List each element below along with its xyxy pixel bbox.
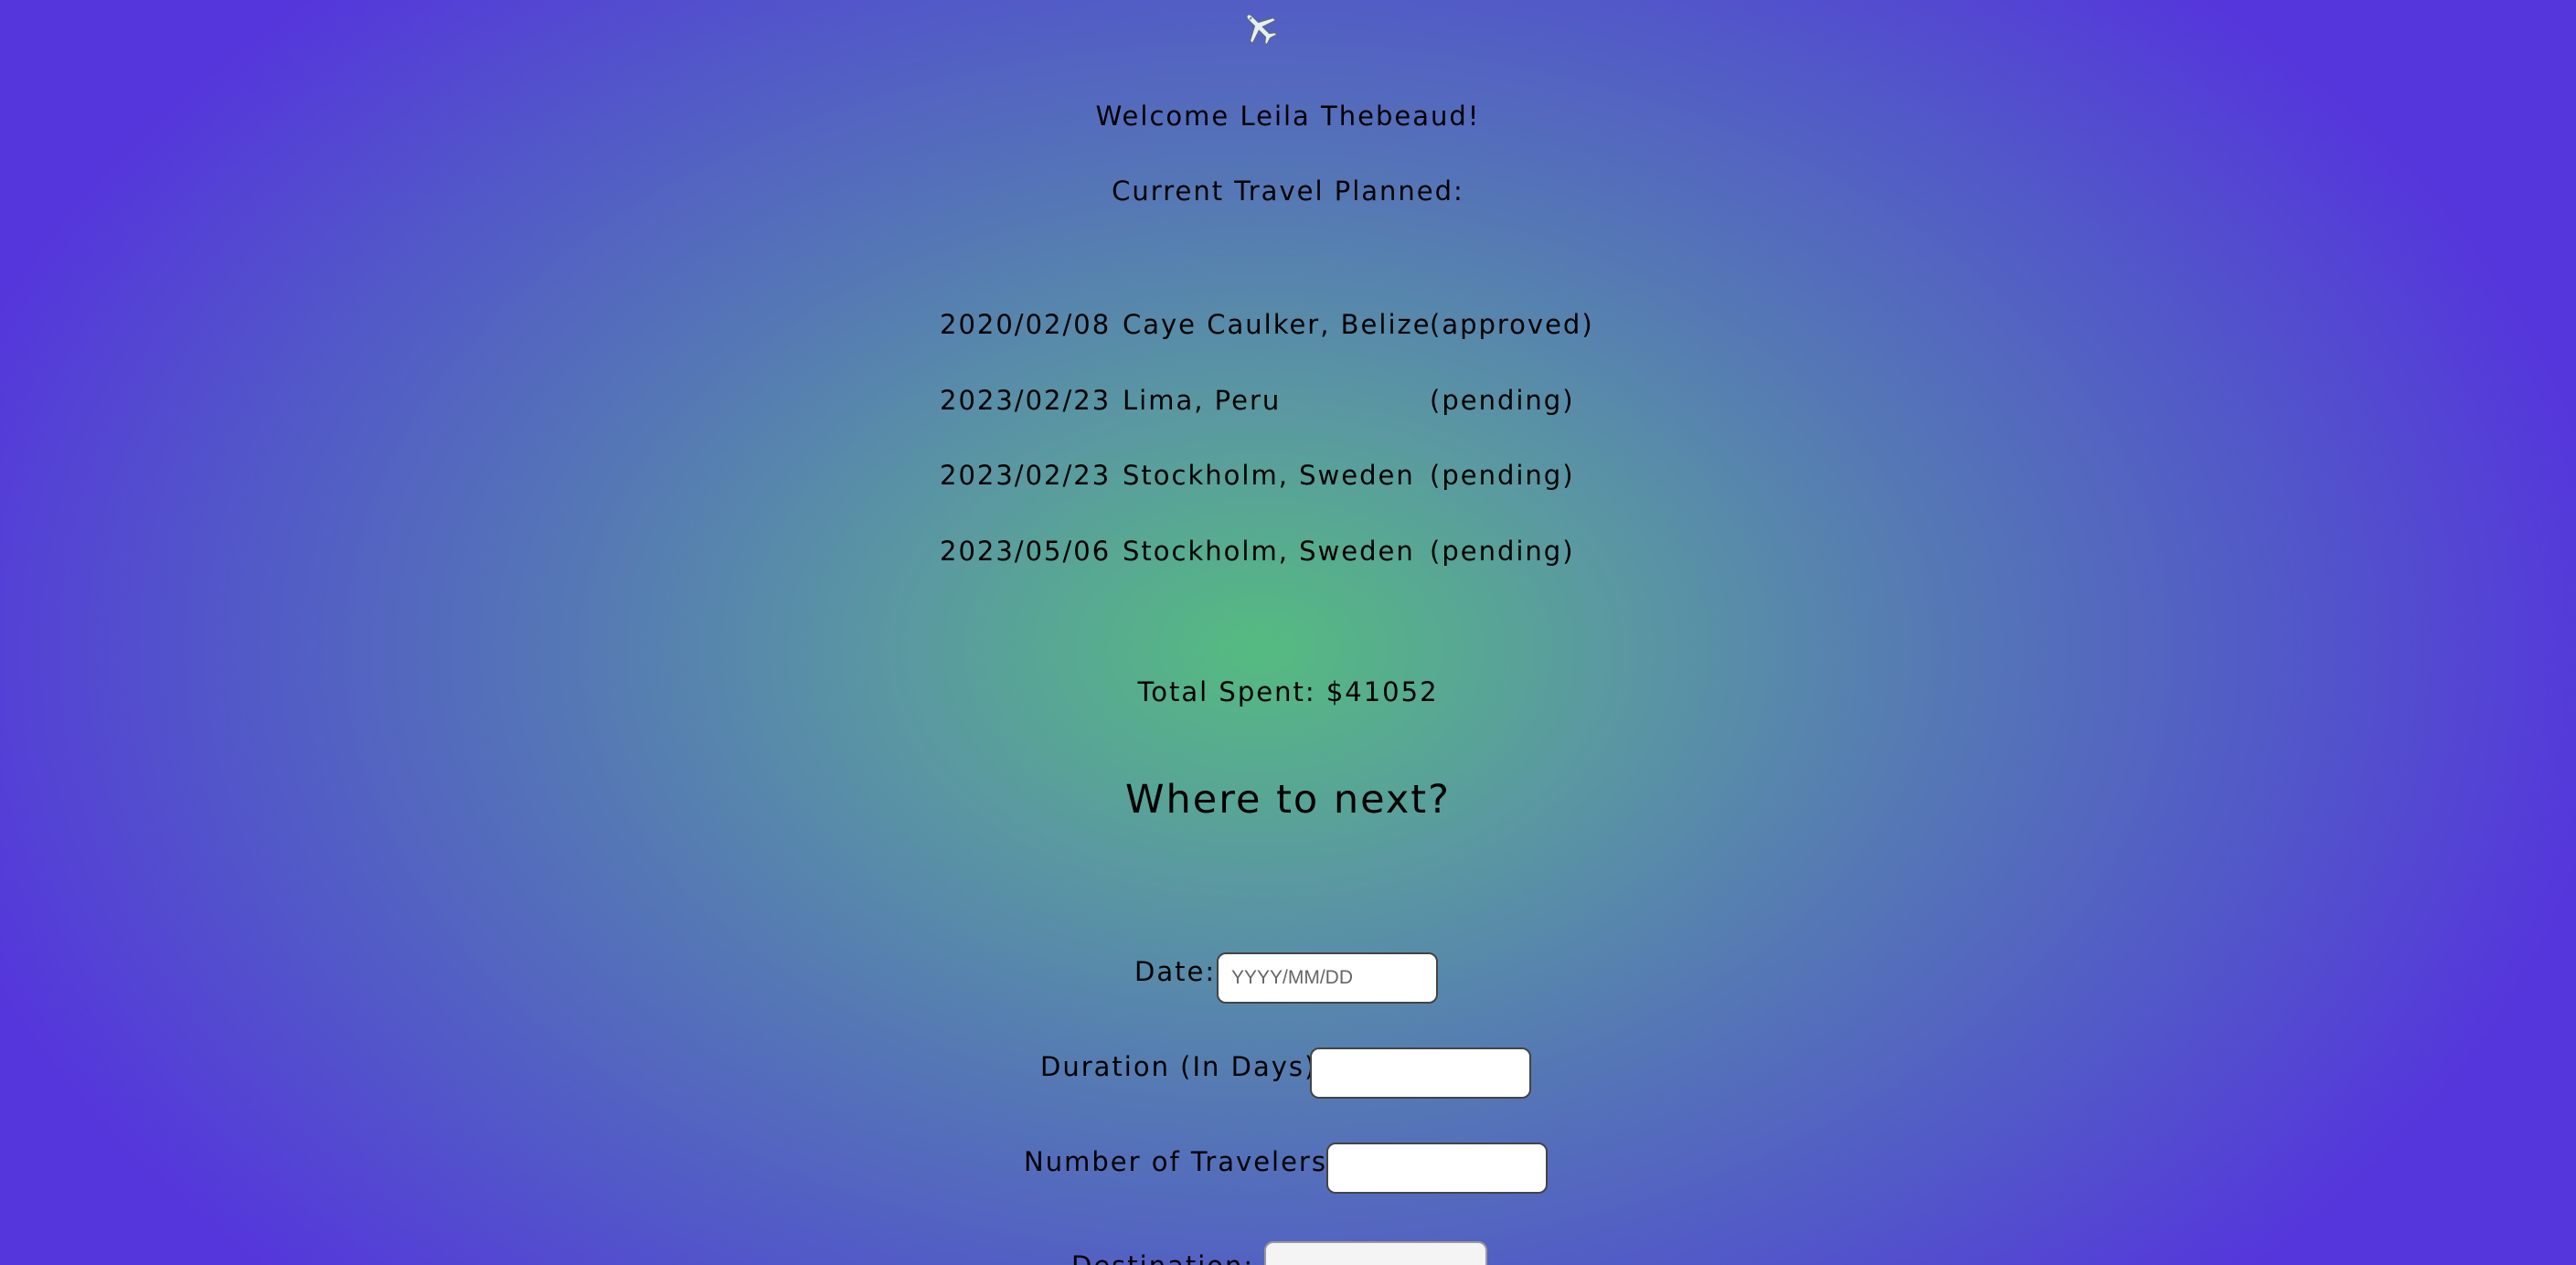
airplane-icon [1246, 14, 1279, 47]
duration-label: Duration (In Days): [1040, 1051, 1328, 1082]
trip-destination: Stockholm, Sweden [1123, 460, 1415, 491]
trip-destination: Stockholm, Sweden [1123, 535, 1415, 567]
trip-date: 2023/02/23 [940, 460, 1112, 491]
trip-row: 2023/05/06 Stockholm, Sweden (pending) [940, 536, 1671, 611]
trip-status: (pending) [1430, 460, 1575, 491]
trip-row: 2023/02/23 Stockholm, Sweden (pending) [940, 460, 1671, 536]
trip-status: (approved) [1430, 309, 1594, 340]
trip-destination: Caye Caulker, Belize [1123, 309, 1432, 340]
current-travel-heading: Current Travel Planned: [1112, 175, 1464, 207]
total-spent: Total Spent: $41052 [1137, 676, 1439, 707]
trip-status: (pending) [1430, 535, 1575, 567]
trip-date: 2023/05/06 [940, 535, 1112, 567]
trip-row: 2023/02/23 Lima, Peru (pending) [940, 385, 1671, 461]
trip-status: (pending) [1430, 384, 1575, 416]
welcome-message: Welcome Leila Thebeaud! [1095, 101, 1481, 132]
travelers-label: Number of Travelers: [1024, 1146, 1338, 1177]
new-trip-heading: Where to next? [1124, 777, 1451, 823]
travelers-input[interactable] [1326, 1143, 1548, 1194]
date-input[interactable] [1217, 952, 1438, 1004]
duration-input[interactable] [1310, 1047, 1531, 1099]
trip-list: 2020/02/08 Caye Caulker, Belize (approve… [940, 309, 1671, 611]
trip-date: 2023/02/23 [940, 384, 1112, 416]
trip-destination: Lima, Peru [1123, 384, 1282, 416]
destination-select[interactable] [1264, 1241, 1487, 1265]
trip-date: 2020/02/08 [940, 309, 1112, 340]
date-label: Date: [1134, 956, 1217, 987]
trip-row: 2020/02/08 Caye Caulker, Belize (approve… [940, 309, 1671, 385]
destination-label: Destination: [1071, 1250, 1254, 1265]
